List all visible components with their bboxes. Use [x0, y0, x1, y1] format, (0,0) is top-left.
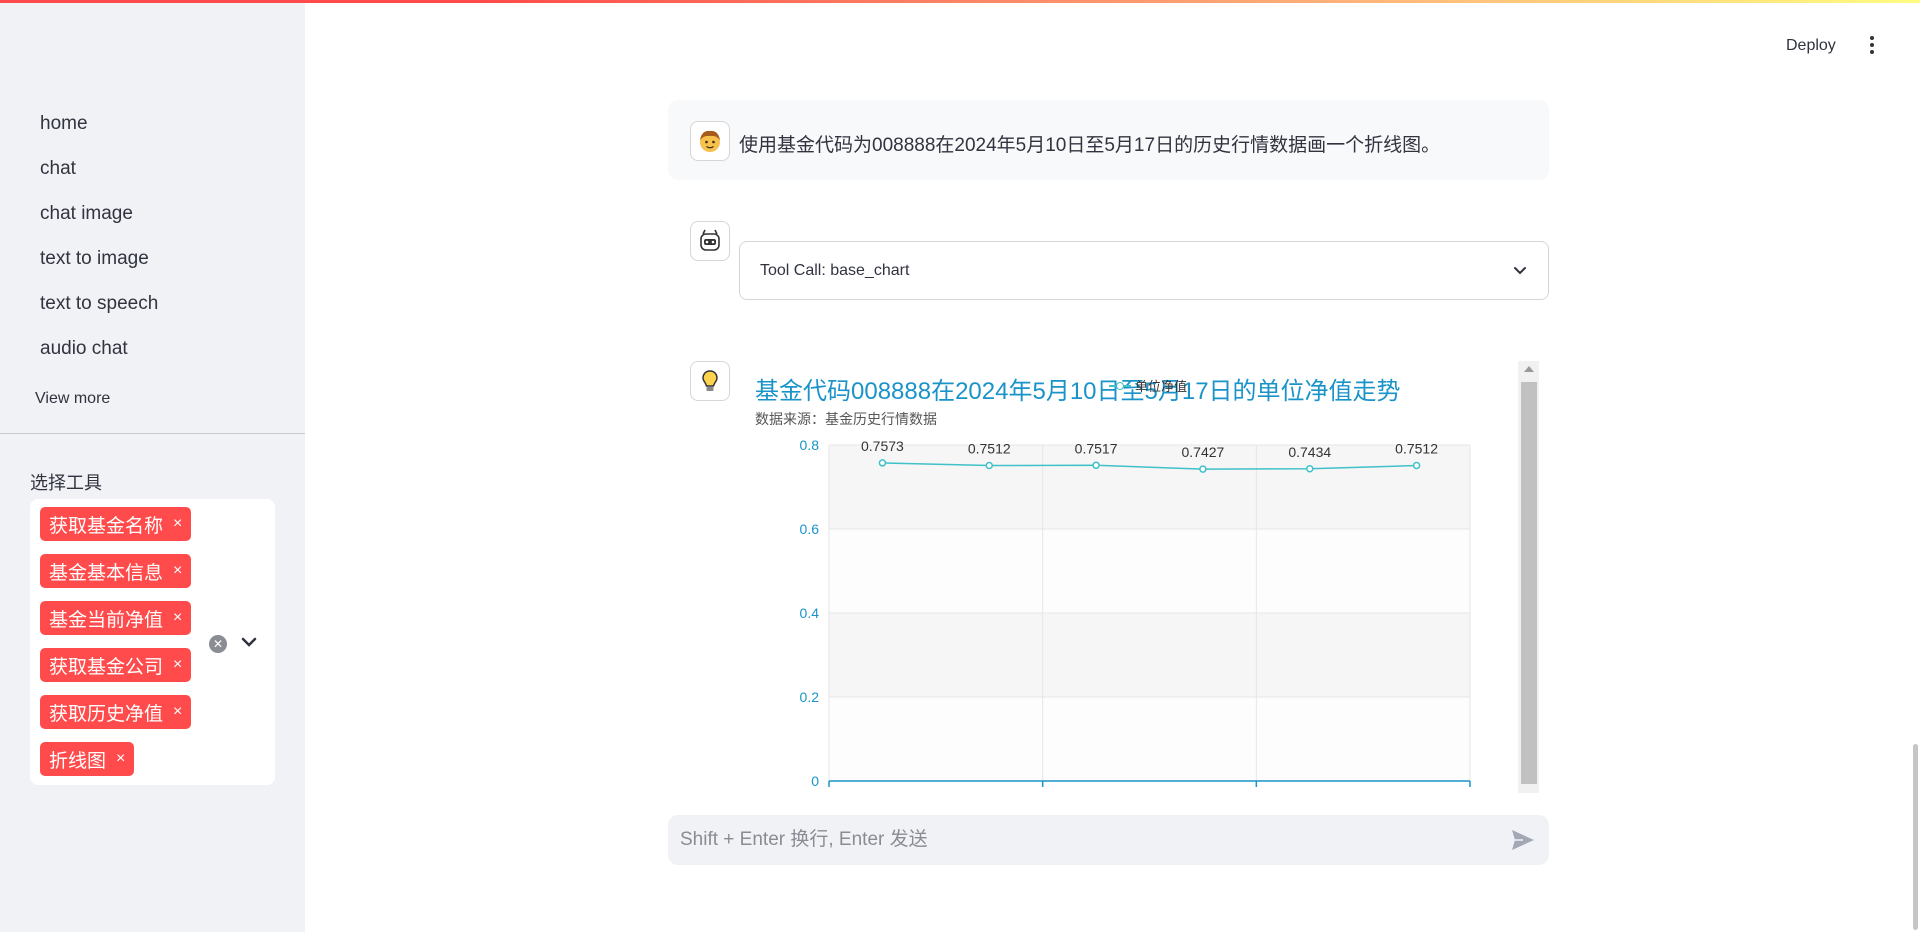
selected-tags: 获取基金名称 × 基金基本信息 × 基金当前净值 × 获取基金公司 × 获取历史净值 × … — [40, 507, 205, 789]
data-label: 0.7427 — [1182, 444, 1225, 460]
sidebar-item-home[interactable]: home — [30, 107, 280, 152]
sidebar: home chat chat image text to image text … — [0, 3, 305, 932]
tag-get-fund-company: 获取基金公司 × — [40, 648, 192, 682]
tag-label: 获取基金名称 — [49, 515, 164, 537]
lightbulb-avatar-icon — [690, 361, 730, 401]
legend-swatch — [1109, 381, 1131, 390]
deploy-button[interactable]: Deploy — [1786, 37, 1836, 55]
sidebar-item-chat-image[interactable]: chat image — [30, 197, 280, 242]
tag-label: 基金基本信息 — [49, 562, 164, 584]
sidebar-item-text-to-image[interactable]: text to image — [30, 242, 280, 287]
tag-get-fund-name: 获取基金名称 × — [40, 507, 192, 541]
data-label: 0.7512 — [1395, 440, 1438, 456]
send-icon[interactable] — [1509, 826, 1537, 854]
tag-remove-icon[interactable]: × — [173, 656, 182, 674]
user-avatar-icon — [690, 121, 730, 161]
chat-input[interactable] — [668, 815, 1549, 865]
data-point — [1306, 465, 1314, 473]
chevron-down-icon[interactable] — [1512, 262, 1528, 278]
plot-band — [829, 529, 1470, 613]
legend-label: 单位净值 — [1135, 379, 1188, 394]
data-label: 0.7517 — [1075, 440, 1118, 456]
y-tick-label: 0 — [811, 773, 819, 789]
user-message-text: 使用基金代码为008888在2024年5月10日至5月17日的历史行情数据画一个… — [739, 135, 1441, 156]
data-point — [1092, 461, 1100, 470]
tag-remove-icon[interactable]: × — [173, 703, 182, 721]
tag-label: 获取历史净值 — [49, 703, 164, 725]
scroll-up-arrow-icon[interactable] — [1524, 366, 1534, 372]
y-tick-label: 0.6 — [800, 521, 820, 537]
sidebar-item-chat[interactable]: chat — [30, 152, 280, 197]
sidebar-item-text-to-speech[interactable]: text to speech — [30, 287, 280, 332]
tag-line-chart: 折线图 × — [40, 742, 135, 776]
chart-frame: 0 0.2 0.4 0.6 0.8 2024-05-10 2024-05-14 2024-05… — [739, 358, 1540, 791]
data-label: 0.7434 — [1288, 444, 1331, 460]
chevron-down-icon[interactable] — [239, 632, 259, 652]
data-point — [1199, 465, 1207, 473]
tag-label: 折线图 — [49, 750, 107, 772]
view-more-button[interactable]: View more — [35, 390, 110, 408]
bot-avatar-icon — [690, 221, 730, 261]
clear-all-icon[interactable]: ✕ — [209, 635, 227, 653]
tag-label: 获取基金公司 — [49, 656, 164, 678]
tool-select-label: 选择工具 — [30, 473, 102, 493]
tag-remove-icon[interactable]: × — [173, 562, 182, 580]
data-point — [878, 459, 887, 467]
chart-title: 基金代码008888在2024年5月10日至5月17日的单位净值走势 — [755, 378, 1401, 405]
x-tick-label: 2024-05-10 — [837, 789, 904, 791]
sidebar-divider — [0, 433, 305, 434]
plot-band — [829, 697, 1470, 781]
y-tick-label: 0.4 — [800, 605, 820, 621]
chart-legend[interactable]: 单位净值 — [1109, 376, 1187, 395]
data-point — [1412, 461, 1421, 470]
tag-fund-basic-info: 基金基本信息 × — [40, 554, 192, 588]
tool-call-label: Tool Call: base_chart — [760, 262, 910, 279]
tag-label: 基金当前净值 — [49, 609, 164, 631]
tag-remove-icon[interactable]: × — [116, 750, 125, 768]
chart-scrollbar-thumb[interactable] — [1521, 382, 1537, 784]
tag-remove-icon[interactable]: × — [173, 609, 182, 627]
tag-get-history-nav: 获取历史净值 × — [40, 695, 192, 729]
x-tick-label: 2024-05-16 — [1264, 789, 1331, 791]
tag-fund-current-nav: 基金当前净值 × — [40, 601, 192, 635]
plot-band — [829, 613, 1470, 697]
tool-multiselect[interactable]: 获取基金名称 × 基金基本信息 × 基金当前净值 × 获取基金公司 × 获取历史净值 × … — [30, 499, 275, 785]
plot-band — [829, 445, 1470, 529]
data-point — [985, 461, 993, 470]
chart-subtitle: 数据来源：基金历史行情数据 — [755, 411, 937, 427]
page-scrollbar[interactable] — [1913, 744, 1918, 930]
tool-call-expander[interactable]: Tool Call: base_chart — [739, 241, 1549, 300]
sidebar-item-audio-chat[interactable]: audio chat — [30, 332, 280, 377]
data-label: 0.7512 — [968, 440, 1011, 456]
kebab-menu-icon[interactable] — [1868, 36, 1876, 56]
y-tick-label: 0.2 — [800, 689, 820, 705]
tag-remove-icon[interactable]: × — [173, 515, 182, 533]
sidebar-nav: home chat chat image text to image text … — [30, 107, 280, 377]
y-tick-label: 0.8 — [800, 437, 820, 453]
x-tick-label: 2024-05-14 — [1051, 789, 1118, 791]
data-label: 0.7573 — [861, 438, 904, 454]
